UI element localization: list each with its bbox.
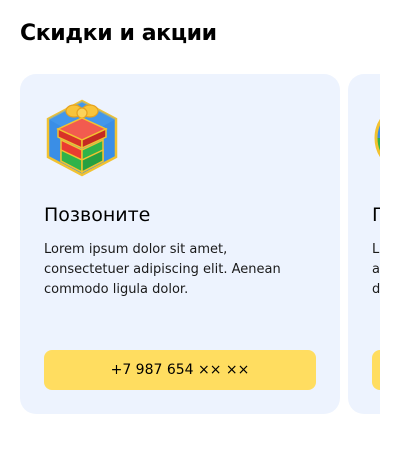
promo-badge-icon <box>372 98 380 178</box>
card-action-button[interactable] <box>372 350 380 390</box>
promo-card[interactable]: П L a d <box>348 74 380 414</box>
call-phone-button[interactable]: +7 987 654 ×× ×× <box>44 350 316 390</box>
promotions-carousel[interactable]: Позвоните Lorem ipsum dolor sit amet, co… <box>0 74 380 414</box>
card-description: L a d <box>372 242 380 297</box>
promotions-section: Скидки и акции Позвоните Lorem ipsum dol… <box>0 0 400 450</box>
card-title: П <box>372 204 380 226</box>
section-title: Скидки и акции <box>20 21 217 46</box>
card-title: Позвоните <box>44 204 151 226</box>
promo-card[interactable]: Позвоните Lorem ipsum dolor sit amet, co… <box>20 74 340 414</box>
gift-box-icon <box>44 98 120 178</box>
card-description: Lorem ipsum dolor sit amet, consectetuer… <box>44 242 281 297</box>
